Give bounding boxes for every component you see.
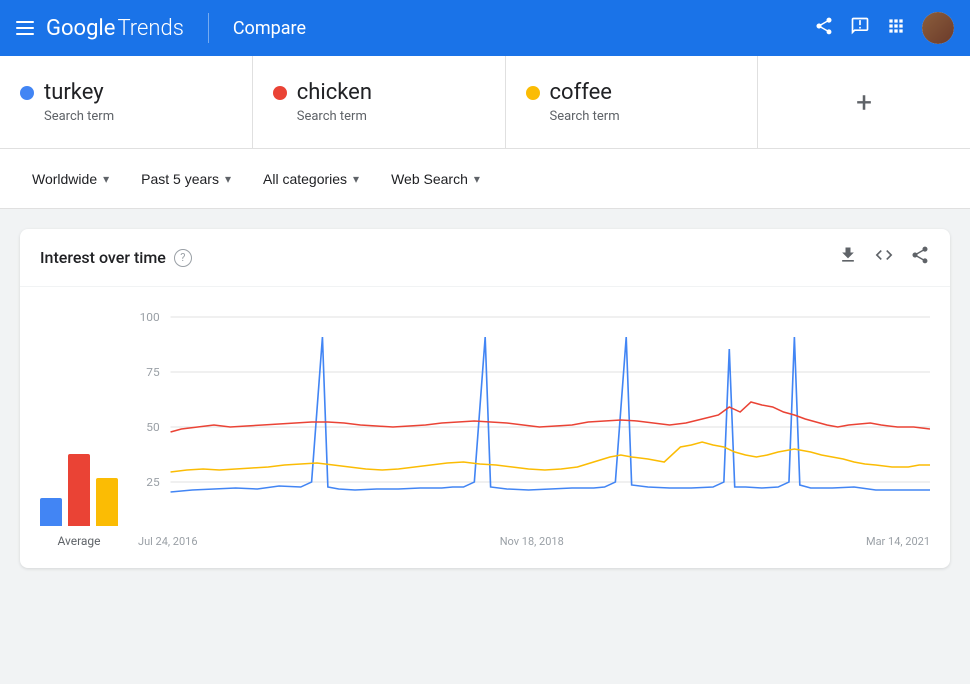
x-label-2: Nov 18, 2018 (500, 535, 564, 548)
avg-label: Average (57, 534, 100, 548)
chart-container: Average 100 75 50 25 (20, 287, 950, 568)
category-filter-label: All categories (263, 171, 347, 187)
svg-text:75: 75 (146, 365, 159, 378)
geo-filter-button[interactable]: Worldwide ▾ (20, 163, 121, 195)
geo-filter-label: Worldwide (32, 171, 97, 187)
menu-icon[interactable] (16, 16, 34, 40)
x-label-3: Mar 14, 2021 (866, 535, 930, 548)
mini-bar-chart: Average (40, 446, 118, 548)
chicken-term-name: chicken (297, 80, 372, 105)
line-chart-svg: 100 75 50 25 (138, 307, 930, 527)
page-title: Compare (233, 18, 802, 39)
app-logo: Google Trends (46, 16, 184, 41)
x-axis-labels: Jul 24, 2016 Nov 18, 2018 Mar 14, 2021 (138, 531, 930, 548)
embed-icon[interactable] (874, 245, 894, 270)
header-actions (814, 12, 954, 44)
feedback-icon[interactable] (850, 16, 870, 41)
svg-text:50: 50 (146, 420, 159, 433)
bars-row (40, 446, 118, 526)
search-type-filter-chevron-icon: ▾ (474, 172, 480, 186)
chicken-term-label: Search term (273, 109, 485, 124)
category-filter-button[interactable]: All categories ▾ (251, 163, 371, 195)
share-icon[interactable] (814, 16, 834, 41)
time-filter-button[interactable]: Past 5 years ▾ (129, 163, 243, 195)
turkey-term-label: Search term (20, 109, 232, 124)
turkey-bar (40, 498, 62, 526)
card-header: Interest over time ? (20, 229, 950, 287)
help-icon[interactable]: ? (174, 249, 192, 267)
chicken-color-dot (273, 86, 287, 100)
search-type-filter-button[interactable]: Web Search ▾ (379, 163, 492, 195)
coffee-color-dot (526, 86, 540, 100)
coffee-line (171, 442, 930, 472)
svg-text:25: 25 (146, 475, 159, 488)
x-label-1: Jul 24, 2016 (138, 535, 198, 548)
coffee-bar (96, 478, 118, 526)
download-icon[interactable] (838, 245, 858, 270)
search-term-turkey[interactable]: turkey Search term (0, 56, 253, 148)
turkey-line (171, 337, 930, 492)
search-term-coffee[interactable]: coffee Search term (506, 56, 759, 148)
time-filter-chevron-icon: ▾ (225, 172, 231, 186)
chicken-bar (68, 454, 90, 526)
header-divider (208, 13, 209, 43)
logo-trends-text: Trends (117, 16, 183, 41)
category-filter-chevron-icon: ▾ (353, 172, 359, 186)
geo-filter-chevron-icon: ▾ (103, 172, 109, 186)
svg-text:100: 100 (140, 310, 160, 323)
card-title: Interest over time (40, 248, 166, 267)
logo-google-text: Google (46, 16, 115, 41)
turkey-term-name: turkey (44, 80, 104, 105)
search-term-chicken[interactable]: chicken Search term (253, 56, 506, 148)
interest-over-time-card: Interest over time ? (20, 229, 950, 568)
main-content: Interest over time ? (0, 209, 970, 588)
app-header: Google Trends Compare (0, 0, 970, 56)
line-chart: 100 75 50 25 Jul 24, 2016 Nov 18, 2018 M… (138, 307, 930, 548)
card-header-actions (838, 245, 930, 270)
turkey-color-dot (20, 86, 34, 100)
filters-bar: Worldwide ▾ Past 5 years ▾ All categorie… (0, 149, 970, 209)
time-filter-label: Past 5 years (141, 171, 219, 187)
avatar[interactable] (922, 12, 954, 44)
coffee-term-name: coffee (550, 80, 612, 105)
apps-icon[interactable] (886, 16, 906, 41)
share-line-icon[interactable] (910, 245, 930, 270)
coffee-term-label: Search term (526, 109, 738, 124)
search-terms-bar: turkey Search term chicken Search term c… (0, 56, 970, 149)
search-type-filter-label: Web Search (391, 171, 468, 187)
add-term-button[interactable]: + (758, 56, 970, 148)
